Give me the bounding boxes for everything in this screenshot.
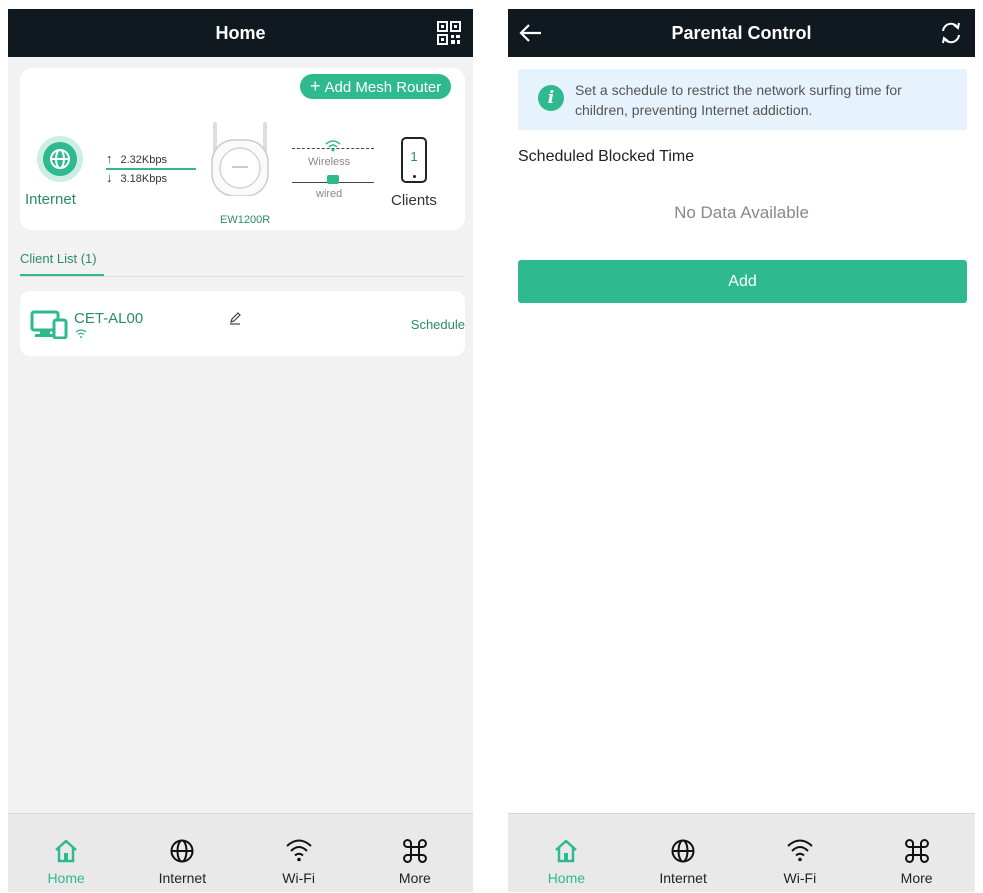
wireless-label: Wireless — [308, 156, 351, 168]
download-speed: ↓ 3.18Kbps — [106, 170, 167, 185]
home-header: Home — [8, 9, 473, 57]
nav-item-more[interactable]: More — [357, 814, 473, 892]
ethernet-icon — [327, 175, 339, 184]
router-device-icon[interactable] — [208, 122, 272, 196]
nav-label: More — [900, 870, 933, 886]
nav-label: More — [398, 870, 431, 886]
bottom-nav: Home Internet Wi-Fi More — [508, 813, 975, 892]
list-item[interactable]: CET-AL00 Schedule — [20, 291, 465, 356]
wifi-icon — [325, 140, 341, 152]
network-overview-card: + Add Mesh Router Internet ↑ 2.32Kbps ↓ 3.1… — [20, 68, 465, 230]
bottom-nav: Home Internet Wi-Fi More — [8, 813, 473, 892]
nav-item-wifi[interactable]: Wi-Fi — [241, 814, 357, 892]
parental-control-screen: Parental Control i Set a schedule to res… — [508, 9, 975, 892]
nav-label: Home — [547, 870, 586, 886]
qr-code-icon[interactable] — [437, 21, 461, 45]
info-banner: i Set a schedule to restrict the network… — [518, 69, 967, 130]
nav-item-wifi[interactable]: Wi-Fi — [742, 814, 859, 892]
add-mesh-router-label: Add Mesh Router — [324, 79, 442, 96]
add-schedule-button[interactable]: Add — [518, 260, 967, 303]
refresh-icon[interactable] — [939, 21, 963, 45]
clients-label: Clients — [391, 192, 437, 209]
client-name: CET-AL00 — [74, 310, 144, 327]
parental-control-header: Parental Control — [508, 9, 975, 57]
command-icon — [402, 839, 427, 863]
plus-icon: + — [310, 76, 321, 96]
nav-item-more[interactable]: More — [858, 814, 975, 892]
nav-label: Internet — [158, 870, 207, 886]
nav-item-home[interactable]: Home — [8, 814, 124, 892]
client-count: 1 — [410, 149, 418, 164]
page-title: Parental Control — [671, 23, 812, 43]
clients-phone-icon[interactable]: 1 — [401, 137, 427, 183]
nav-label: Home — [47, 870, 85, 886]
nav-label: Internet — [659, 870, 707, 886]
page-title: Home — [215, 23, 266, 43]
down-arrow-icon: ↓ — [106, 170, 113, 185]
home-screen: Home + Add Mesh Router Internet ↑ 2.32Kb… — [8, 9, 473, 892]
edit-icon[interactable] — [228, 311, 242, 325]
upload-speed: ↑ 2.32Kbps — [106, 151, 167, 166]
nav-label: Wi-Fi — [282, 870, 315, 886]
wifi-icon — [75, 329, 87, 338]
nav-label: Wi-Fi — [783, 870, 817, 886]
section-title: Scheduled Blocked Time — [518, 148, 695, 165]
internet-status-icon[interactable] — [37, 136, 83, 182]
tab-client-list[interactable]: Client List (1) — [20, 251, 97, 266]
empty-state-text: No Data Available — [674, 203, 809, 222]
info-icon: i — [538, 85, 564, 111]
wired-label: wired — [316, 188, 343, 200]
globe-icon — [170, 839, 194, 863]
globe-icon — [671, 839, 695, 863]
wifi-icon — [285, 839, 312, 862]
command-icon — [904, 839, 929, 863]
divider — [20, 276, 465, 277]
home-icon — [55, 839, 77, 863]
devices-icon — [30, 310, 68, 339]
wifi-icon — [787, 839, 813, 862]
up-arrow-icon: ↑ — [106, 151, 113, 166]
globe-icon — [50, 149, 70, 169]
info-text: Set a schedule to restrict the network s… — [575, 82, 902, 118]
schedule-link[interactable]: Schedule — [411, 317, 465, 332]
router-model-label: EW1200R — [220, 214, 271, 226]
nav-item-internet[interactable]: Internet — [124, 814, 240, 892]
internet-label: Internet — [25, 191, 76, 208]
nav-item-home[interactable]: Home — [508, 814, 625, 892]
add-mesh-router-button[interactable]: + Add Mesh Router — [300, 74, 452, 99]
nav-item-internet[interactable]: Internet — [625, 814, 742, 892]
home-icon — [555, 839, 578, 863]
